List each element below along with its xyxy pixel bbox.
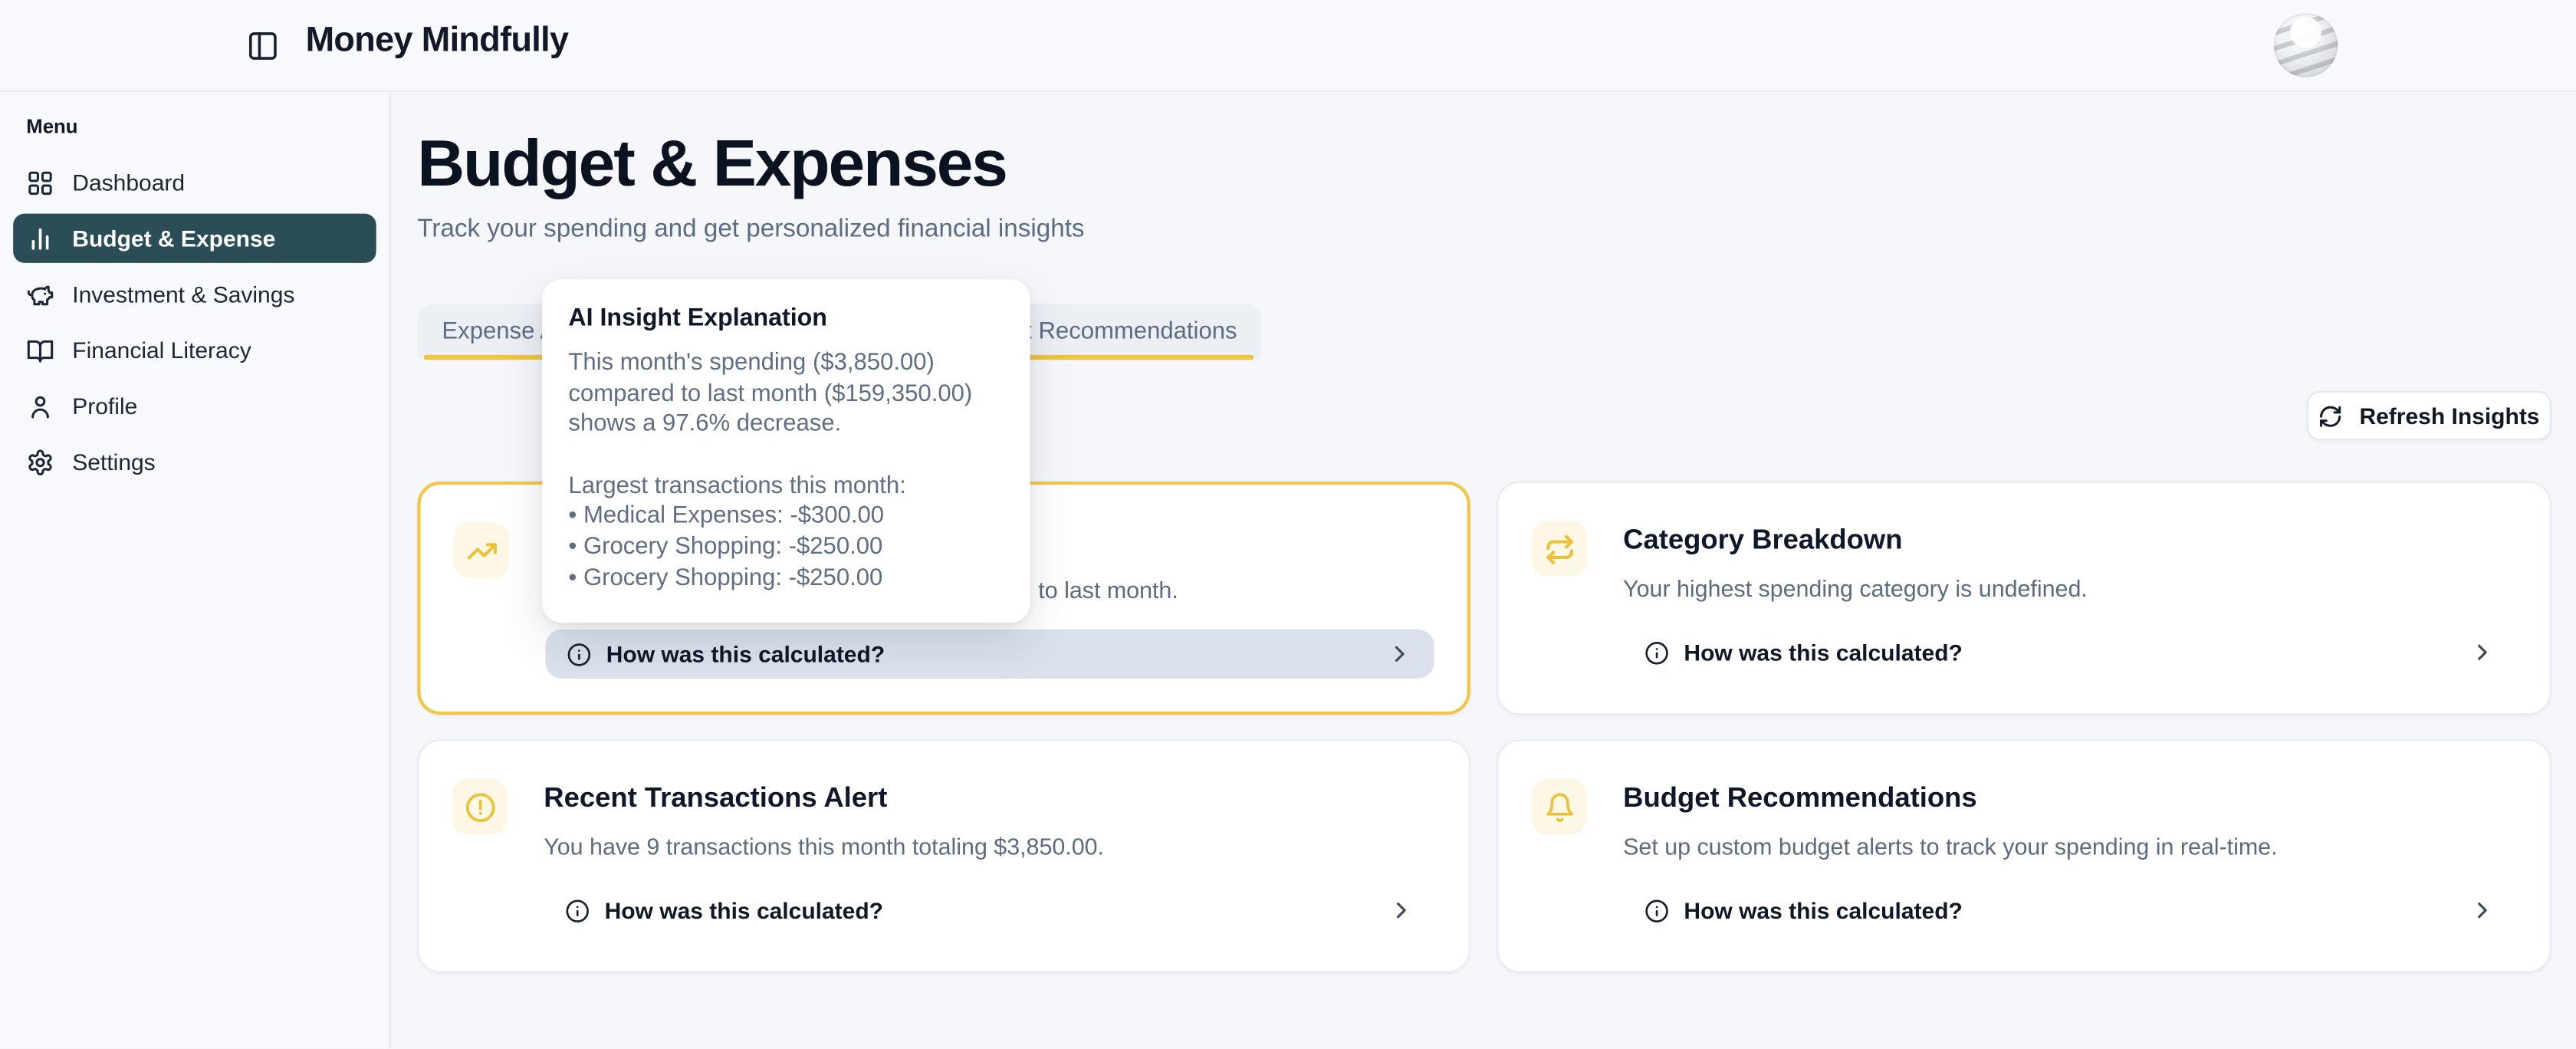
tooltip-line: • Grocery Shopping: -$250.00: [568, 532, 1002, 563]
chevron-right-icon: [1388, 897, 1414, 923]
how-calculated-label: How was this calculated?: [606, 641, 885, 667]
sidebar-item-label: Budget & Expense: [72, 225, 275, 252]
chevron-right-icon: [2469, 640, 2496, 666]
sidebar-item-profile[interactable]: Profile: [13, 381, 376, 430]
sidebar-item-label: Financial Literacy: [72, 337, 251, 363]
app-root: Money Mindfully Menu Dashboard: [0, 0, 2576, 1049]
tooltip-line: Largest transactions this month:: [568, 472, 1002, 502]
how-calculated-button[interactable]: How was this calculated?: [544, 886, 1436, 935]
refresh-icon: [2318, 403, 2343, 428]
app-header: Money Mindfully: [0, 0, 2576, 92]
page-title: Budget & Expenses: [417, 125, 1007, 204]
card-title: Recent Transactions Alert: [544, 782, 887, 815]
alert-circle-icon: [452, 779, 508, 835]
sidebar-item-budget-expense[interactable]: Budget & Expense: [13, 214, 376, 263]
card-title: Budget Recommendations: [1623, 782, 1976, 815]
card-title: Category Breakdown: [1623, 524, 1902, 557]
ai-insight-tooltip: AI Insight Explanation This month's spen…: [542, 279, 1030, 623]
sidebar-item-label: Settings: [72, 449, 155, 475]
sidebar-item-financial-literacy[interactable]: Financial Literacy: [13, 325, 376, 374]
dashboard-icon: [26, 169, 54, 196]
tooltip-transactions-list: Largest transactions this month: • Medic…: [568, 472, 1002, 594]
info-icon: [1644, 898, 1669, 922]
chevron-right-icon: [1387, 641, 1413, 667]
sidebar-item-settings[interactable]: Settings: [13, 437, 376, 486]
tooltip-line: • Medical Expenses: -$300.00: [568, 501, 1002, 532]
card-description-fragment: to last month.: [1038, 578, 1178, 604]
how-calculated-label: How was this calculated?: [1684, 640, 1962, 666]
sidebar-item-label: Profile: [72, 393, 137, 419]
sidebar-item-label: Dashboard: [72, 169, 185, 196]
avatar[interactable]: [2274, 13, 2338, 77]
how-calculated-button[interactable]: How was this calculated?: [545, 630, 1434, 679]
how-calculated-button[interactable]: How was this calculated?: [1623, 628, 2517, 677]
tooltip-line: • Grocery Shopping: -$250.00: [568, 563, 1002, 594]
card-description: You have 9 transactions this month total…: [544, 835, 1104, 861]
sidebar-item-dashboard[interactable]: Dashboard: [13, 158, 376, 207]
tooltip-title: AI Insight Explanation: [568, 304, 1002, 331]
how-calculated-button[interactable]: How was this calculated?: [1623, 886, 2517, 935]
panel-left-icon: [246, 30, 279, 63]
refresh-insights-button[interactable]: Refresh Insights: [2307, 391, 2551, 440]
card-category-breakdown[interactable]: Category Breakdown Your highest spending…: [1497, 482, 2551, 715]
gear-icon: [26, 448, 54, 475]
app-title: Money Mindfully: [306, 21, 569, 61]
how-calculated-label: How was this calculated?: [605, 897, 883, 923]
user-icon: [26, 392, 54, 419]
info-icon: [1644, 640, 1669, 665]
card-description: Your highest spending category is undefi…: [1623, 577, 2088, 603]
card-recent-transactions-alert[interactable]: Recent Transactions Alert You have 9 tra…: [417, 739, 1470, 972]
book-open-icon: [26, 336, 54, 363]
bell-icon: [1531, 779, 1587, 835]
info-icon: [567, 642, 591, 666]
sidebar-toggle-button[interactable]: [243, 26, 282, 65]
tooltip-paragraph: This month's spending ($3,850.00) compar…: [568, 348, 1002, 440]
repeat-icon: [1531, 521, 1587, 577]
card-budget-recommendations[interactable]: Budget Recommendations Set up custom bud…: [1497, 739, 2551, 972]
page-subtitle: Track your spending and get personalized…: [417, 215, 1084, 245]
how-calculated-label: How was this calculated?: [1684, 897, 1962, 923]
sidebar-section-label: Menu: [13, 115, 376, 138]
bar-chart-icon: [26, 225, 54, 252]
trending-up-icon: [453, 522, 509, 578]
chevron-right-icon: [2469, 897, 2496, 923]
sidebar: Menu Dashboard Budget & Expense: [0, 92, 391, 1049]
info-icon: [565, 898, 590, 922]
card-description: Set up custom budget alerts to track you…: [1623, 835, 2277, 861]
sidebar-item-investment-savings[interactable]: Investment & Savings: [13, 269, 376, 318]
piggy-bank-icon: [26, 280, 54, 307]
sidebar-item-label: Investment & Savings: [72, 281, 294, 307]
refresh-button-label: Refresh Insights: [2359, 403, 2539, 429]
sidebar-nav: Dashboard Budget & Expense Investme: [13, 158, 376, 487]
